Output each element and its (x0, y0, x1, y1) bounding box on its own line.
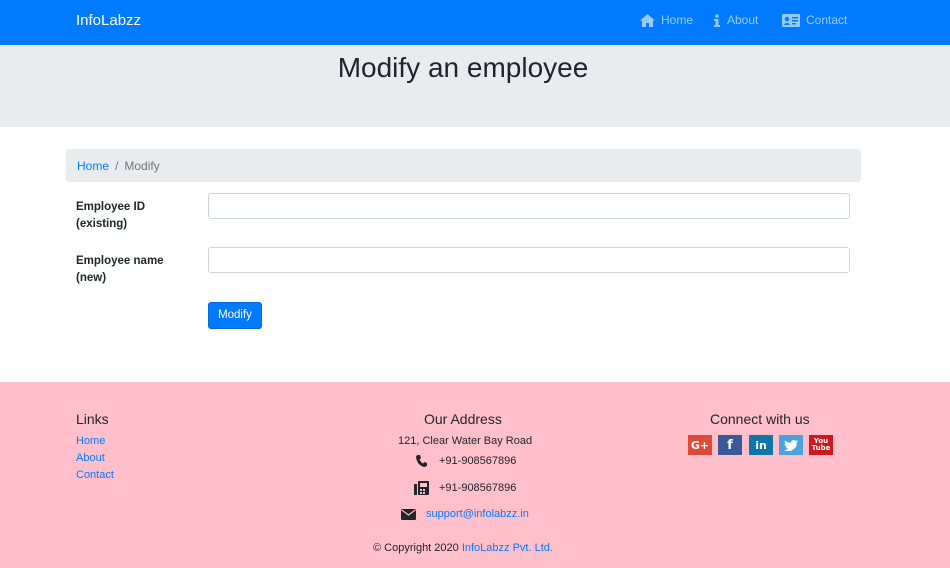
top-navbar: InfoLabzz Home About Contact (0, 0, 950, 45)
footer-fax-row: +91-908567896 (414, 481, 516, 495)
footer-email-row: support@infolabzz.in (401, 508, 529, 520)
footer-address-title: Our Address (424, 411, 502, 427)
copyright: © Copyright 2020 InfoLabzz Pvt. Ltd. (373, 542, 553, 554)
youtube-icon[interactable]: You Tube (809, 435, 833, 455)
employee-name-input[interactable] (208, 247, 850, 273)
page-header: Modify an employee (0, 45, 950, 127)
employee-name-label-line2: (new) (76, 272, 107, 284)
phone-icon (416, 455, 427, 467)
footer-link-contact[interactable]: Contact (76, 469, 114, 481)
breadcrumb: Home / Modify (66, 149, 861, 182)
footer-phone-row: +91-908567896 (416, 455, 516, 467)
footer-email-link[interactable]: support@infolabzz.in (426, 508, 529, 520)
home-icon (640, 13, 655, 27)
nav-contact-link[interactable]: Contact (782, 13, 847, 27)
nav-about-link[interactable]: About (713, 13, 758, 27)
nav-contact-label: Contact (806, 13, 848, 27)
footer-links-title: Links (76, 411, 109, 427)
footer: Links Home About Contact Our Address 121… (0, 382, 950, 568)
nav-home-label: Home (661, 13, 694, 27)
employee-id-label-line2: (existing) (76, 218, 128, 230)
info-icon (713, 13, 721, 27)
breadcrumb-current: Modify (124, 158, 160, 173)
facebook-icon[interactable]: f (718, 435, 742, 455)
footer-connect-title: Connect with us (710, 411, 810, 427)
google-plus-icon[interactable]: G+ (688, 435, 712, 455)
twitter-icon[interactable] (779, 435, 803, 455)
nav-home-link[interactable]: Home (640, 13, 693, 27)
footer-fax: +91-908567896 (439, 482, 517, 494)
envelope-icon (401, 508, 416, 520)
copyright-text: © Copyright 2020 (373, 542, 459, 554)
linkedin-icon[interactable]: in (749, 435, 773, 455)
nav-about-label: About (727, 13, 759, 27)
employee-name-label-line1: Employee name (76, 255, 164, 267)
fax-icon (414, 481, 429, 495)
breadcrumb-separator: / (115, 158, 119, 173)
footer-link-about[interactable]: About (76, 452, 105, 464)
footer-address-line: 121, Clear Water Bay Road (398, 435, 533, 447)
copyright-company-link[interactable]: InfoLabzz Pvt. Ltd. (462, 542, 553, 554)
breadcrumb-home-link[interactable]: Home (77, 159, 109, 173)
footer-phone: +91-908567896 (439, 455, 517, 467)
employee-name-label: Employee name (new) (76, 253, 186, 287)
employee-id-label-line1: Employee ID (76, 201, 146, 213)
page-title: Modify an employee (337, 52, 589, 83)
modify-button[interactable]: Modify (208, 302, 262, 329)
employee-id-input[interactable] (208, 193, 850, 219)
footer-link-home[interactable]: Home (76, 435, 105, 447)
contact-card-icon (782, 13, 800, 27)
employee-id-label: Employee ID (existing) (76, 199, 186, 233)
brand-logo[interactable]: InfoLabzz (76, 12, 141, 29)
